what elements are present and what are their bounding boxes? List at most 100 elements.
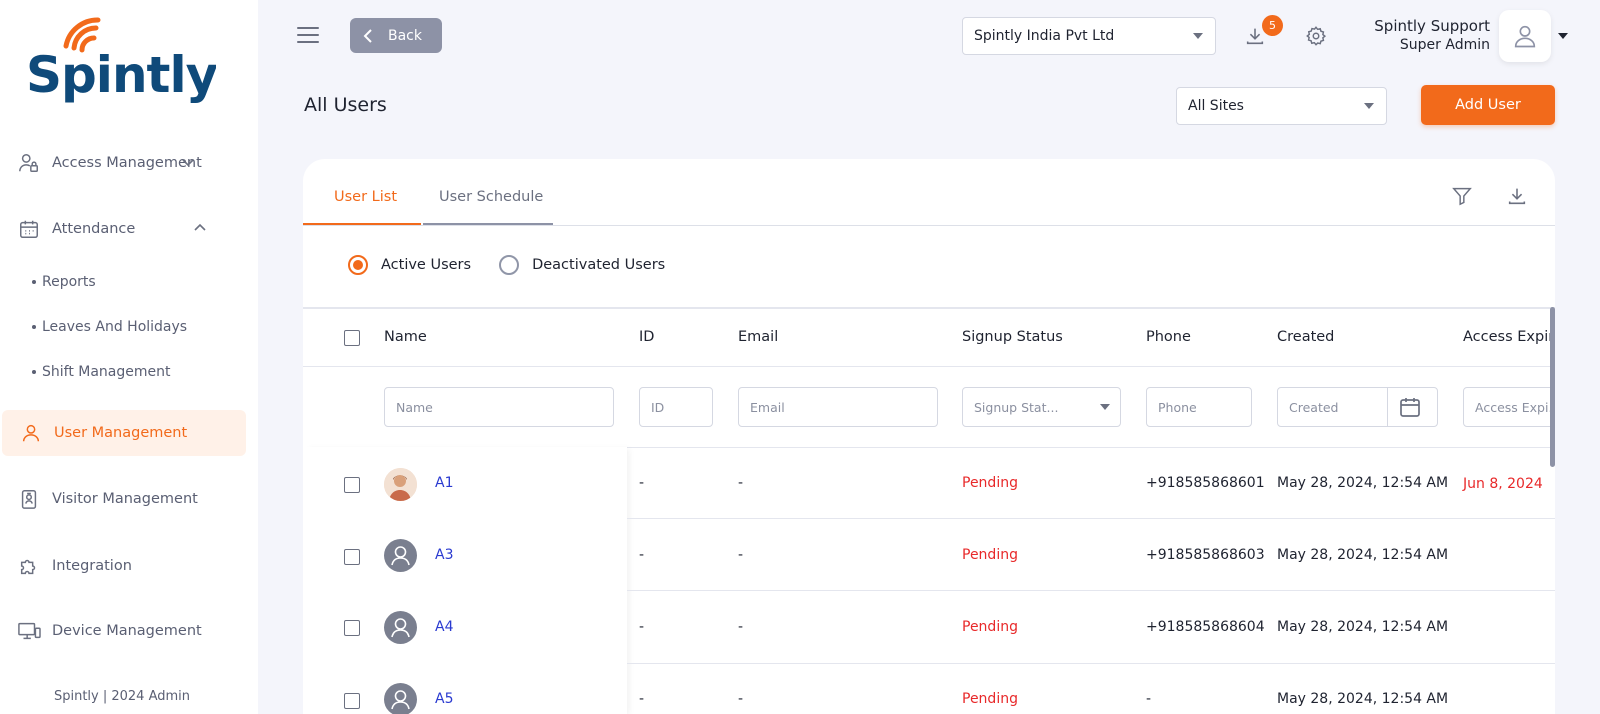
cell-email: - [738,547,744,563]
menu-toggle-icon[interactable] [297,27,319,45]
organization-select[interactable]: Spintly India Pvt Ltd [962,17,1216,55]
created-filter-placeholder: Created [1289,399,1339,415]
row-checkbox[interactable] [344,477,360,493]
name-filter-input[interactable]: Name [384,387,614,427]
filter-icon [1452,187,1472,206]
user-name-link[interactable]: A3 [435,547,453,563]
radio-active-users[interactable] [348,255,368,275]
cell-created: May 28, 2024, 12:54 AM [1277,547,1449,563]
user-avatar[interactable] [1499,10,1551,62]
nav-integration[interactable]: Integration [0,543,244,589]
row-checkbox[interactable] [344,620,360,636]
row-checkbox[interactable] [344,549,360,565]
caret-down-icon [1364,103,1374,109]
tabs-divider [303,225,1555,226]
filter-button[interactable] [1449,183,1475,209]
column-header-signup-status[interactable]: Signup Status [962,329,1063,345]
row-checkbox[interactable] [344,693,360,709]
cell-signup-status: Pending [962,691,1018,707]
caret-down-icon [1193,33,1203,39]
sub-label: Leaves And Holidays [42,319,188,335]
cell-signup-status: Pending [962,547,1018,563]
nav-access-management[interactable]: Access Management [0,140,244,186]
signup-status-filter-select[interactable]: Signup Stat... [962,387,1121,427]
export-button[interactable] [1504,183,1530,209]
divider [1387,388,1388,426]
user-photo-avatar [384,468,417,501]
cell-email: - [738,619,744,635]
column-header-phone[interactable]: Phone [1146,329,1191,345]
row-divider [627,518,1555,519]
bullet [32,325,36,329]
calendar-icon [17,217,41,241]
downloads-badge: 5 [1262,15,1283,36]
nav-label: Attendance [52,221,136,237]
user-menu-caret-icon[interactable] [1558,33,1568,39]
bullet [32,370,36,374]
sub-label: Reports [42,274,96,290]
organization-value: Spintly India Pvt Ltd [974,28,1115,44]
user-icon [19,421,43,445]
user-name-link[interactable]: A1 [435,475,453,491]
devices-icon [17,619,41,643]
user-lock-icon [17,151,41,175]
page-title: All Users [304,94,387,116]
phone-filter-input[interactable]: Phone [1146,387,1252,427]
column-header-id[interactable]: ID [639,329,654,345]
user-name-link[interactable]: A5 [435,691,453,707]
created-filter-input[interactable]: Created [1277,387,1438,427]
cell-phone: +918585868604 [1146,619,1265,635]
cell-id: - [639,547,645,563]
column-header-access-expiry[interactable]: Access Expir [1463,329,1554,345]
cell-email: - [738,475,744,491]
nav-attendance[interactable]: Attendance [0,206,244,252]
select-all-checkbox[interactable] [344,330,360,346]
cell-id: - [639,691,645,707]
svg-text:Spintly: Spintly [26,46,216,104]
radio-deactivated-users[interactable] [499,255,520,275]
cell-phone: - [1146,691,1152,707]
user-name-link[interactable]: A4 [435,619,453,635]
nav-device-management[interactable]: Device Management [0,608,244,654]
puzzle-icon [17,554,41,578]
table-scrollbar[interactable] [1550,307,1555,467]
chevron-down-icon[interactable] [180,154,196,170]
cell-signup-status: Pending [962,619,1018,635]
nav-user-management[interactable]: User Management [2,410,246,456]
column-header-email[interactable]: Email [738,329,778,345]
cell-access-expiry: Jun 8, 2024 [1463,476,1543,492]
settings-button[interactable] [1302,22,1330,50]
back-button[interactable]: Back [350,18,442,53]
radio-label-deactivated: Deactivated Users [532,257,666,273]
table-top-border [303,307,1555,309]
nav-visitor-management[interactable]: Visitor Management [0,476,244,522]
sub-shift-management[interactable]: Shift Management [32,364,171,380]
user-name: Spintly Support [1374,17,1490,35]
bullet [32,280,36,284]
column-header-created[interactable]: Created [1277,329,1334,345]
users-card: User List User Schedule Active Users Dea… [303,159,1555,714]
cell-created: May 28, 2024, 12:54 AM [1277,691,1449,707]
tab-user-list[interactable]: User List [334,189,397,205]
sub-reports[interactable]: Reports [32,274,96,290]
cell-signup-status: Pending [962,475,1018,491]
access-expiry-filter-input[interactable]: Access Expi... [1463,387,1555,427]
email-filter-input[interactable]: Email [738,387,938,427]
tab-inactive-indicator [423,223,553,225]
sub-leaves-holidays[interactable]: Leaves And Holidays [32,319,187,335]
cell-email: - [738,691,744,707]
add-user-button[interactable]: Add User [1421,85,1555,125]
tab-user-schedule[interactable]: User Schedule [439,189,543,205]
site-select[interactable]: All Sites [1176,87,1387,125]
column-header-name[interactable]: Name [384,329,427,345]
id-filter-input[interactable]: ID [639,387,713,427]
calendar-icon[interactable] [1398,395,1422,422]
site-value: All Sites [1188,98,1244,114]
chevron-up-icon[interactable] [192,220,208,236]
radio-label-active: Active Users [381,257,472,273]
nav-label: Visitor Management [52,491,198,507]
chevron-left-icon [362,28,374,44]
nav-label: User Management [54,425,188,441]
default-avatar-icon [384,539,417,572]
row-divider [627,663,1555,664]
